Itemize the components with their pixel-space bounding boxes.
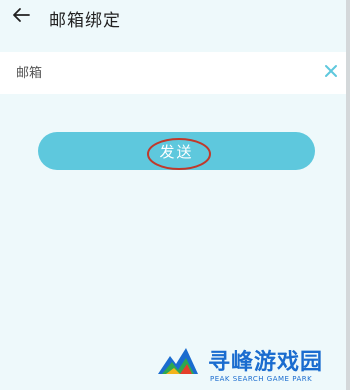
watermark: 寻峰游戏园 PEAK SEARCH GAME PARK	[150, 334, 350, 390]
email-field-row	[0, 52, 346, 94]
scrollbar[interactable]	[346, 0, 350, 390]
arrow-left-icon[interactable]	[10, 4, 32, 26]
email-field[interactable]	[16, 62, 306, 84]
watermark-name: 寻峰游戏园	[208, 350, 324, 375]
app-header: 邮箱绑定	[0, 0, 350, 38]
mountain-logo-icon	[158, 348, 198, 374]
close-icon[interactable]	[323, 63, 339, 79]
watermark-tagline: PEAK SEARCH GAME PARK	[210, 375, 313, 383]
highlight-ellipse	[147, 138, 211, 170]
page-title: 邮箱绑定	[49, 11, 121, 31]
